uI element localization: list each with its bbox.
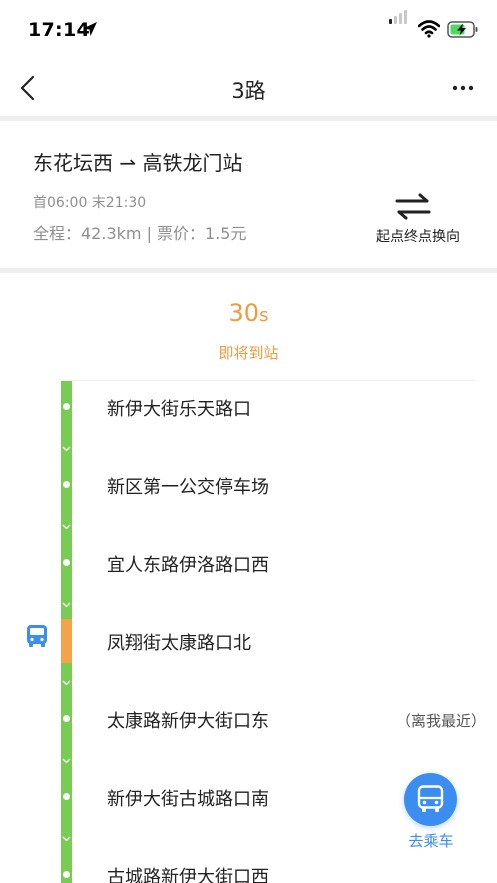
direction-chevron-icon [62, 836, 71, 842]
arrival-seconds-value: 30 [228, 299, 260, 327]
swap-arrows-icon [395, 193, 431, 220]
status-bar: 17:14 [0, 0, 497, 60]
arrival-countdown: 30s [0, 299, 497, 327]
bus-icon [417, 785, 444, 812]
stop-item[interactable]: 太康路新伊大街口东 [107, 707, 269, 733]
route-distance-fare: 全程：42.3km | 票价：1.5元 [33, 224, 247, 243]
bus-icon [27, 625, 47, 647]
take-bus-button[interactable]: 去乘车 [398, 770, 464, 852]
take-bus-label: 去乘车 [408, 832, 454, 850]
wifi-icon [418, 20, 440, 38]
route-service-hours: 首06:00 末21:30 [33, 195, 147, 211]
direction-chevron-icon [62, 446, 71, 452]
battery-charging-icon [447, 21, 478, 38]
stop-dot [63, 559, 70, 566]
stop-dot [63, 793, 70, 800]
direction-chevron-icon [62, 602, 71, 608]
bus-position-segment [61, 619, 72, 663]
location-arrow-icon [83, 22, 97, 36]
direction-chevron-icon [62, 680, 71, 686]
direction-chevron-icon [62, 524, 71, 530]
nearest-stop-tag: （离我最近） [396, 712, 487, 730]
divider [60, 380, 475, 381]
stop-item[interactable]: 宜人东路伊洛路口西 [107, 551, 269, 577]
stop-dot [63, 715, 70, 722]
reverse-direction-label: 起点终点换向 [376, 229, 460, 245]
take-bus-circle [404, 773, 457, 826]
page-title: 3路 [231, 79, 266, 103]
reverse-direction-button[interactable]: 起点终点换向 [360, 186, 476, 250]
route-name: 东花坛西 ⇀ 高铁龙门站 [33, 151, 243, 175]
nav-bar: 3路 [0, 60, 497, 116]
stop-dot [63, 403, 70, 410]
status-time: 17:14 [28, 19, 90, 41]
stop-item[interactable]: 新区第一公交停车场 [107, 473, 269, 499]
arrival-status: 即将到站 [218, 344, 279, 362]
stop-item[interactable]: 新伊大街古城路口南 [107, 785, 269, 811]
more-icon[interactable] [452, 84, 474, 92]
stop-dot [63, 481, 70, 488]
direction-chevron-icon [62, 758, 71, 764]
stop-dot [63, 871, 70, 878]
divider [0, 116, 497, 121]
divider [0, 268, 497, 273]
stop-item[interactable]: 凤翔街太康路口北 [107, 629, 251, 655]
arrival-seconds-unit: s [259, 305, 269, 326]
stop-item[interactable]: 新伊大街乐天路口 [107, 395, 251, 421]
stop-item[interactable]: 古城路新伊大街口西 [107, 863, 269, 883]
